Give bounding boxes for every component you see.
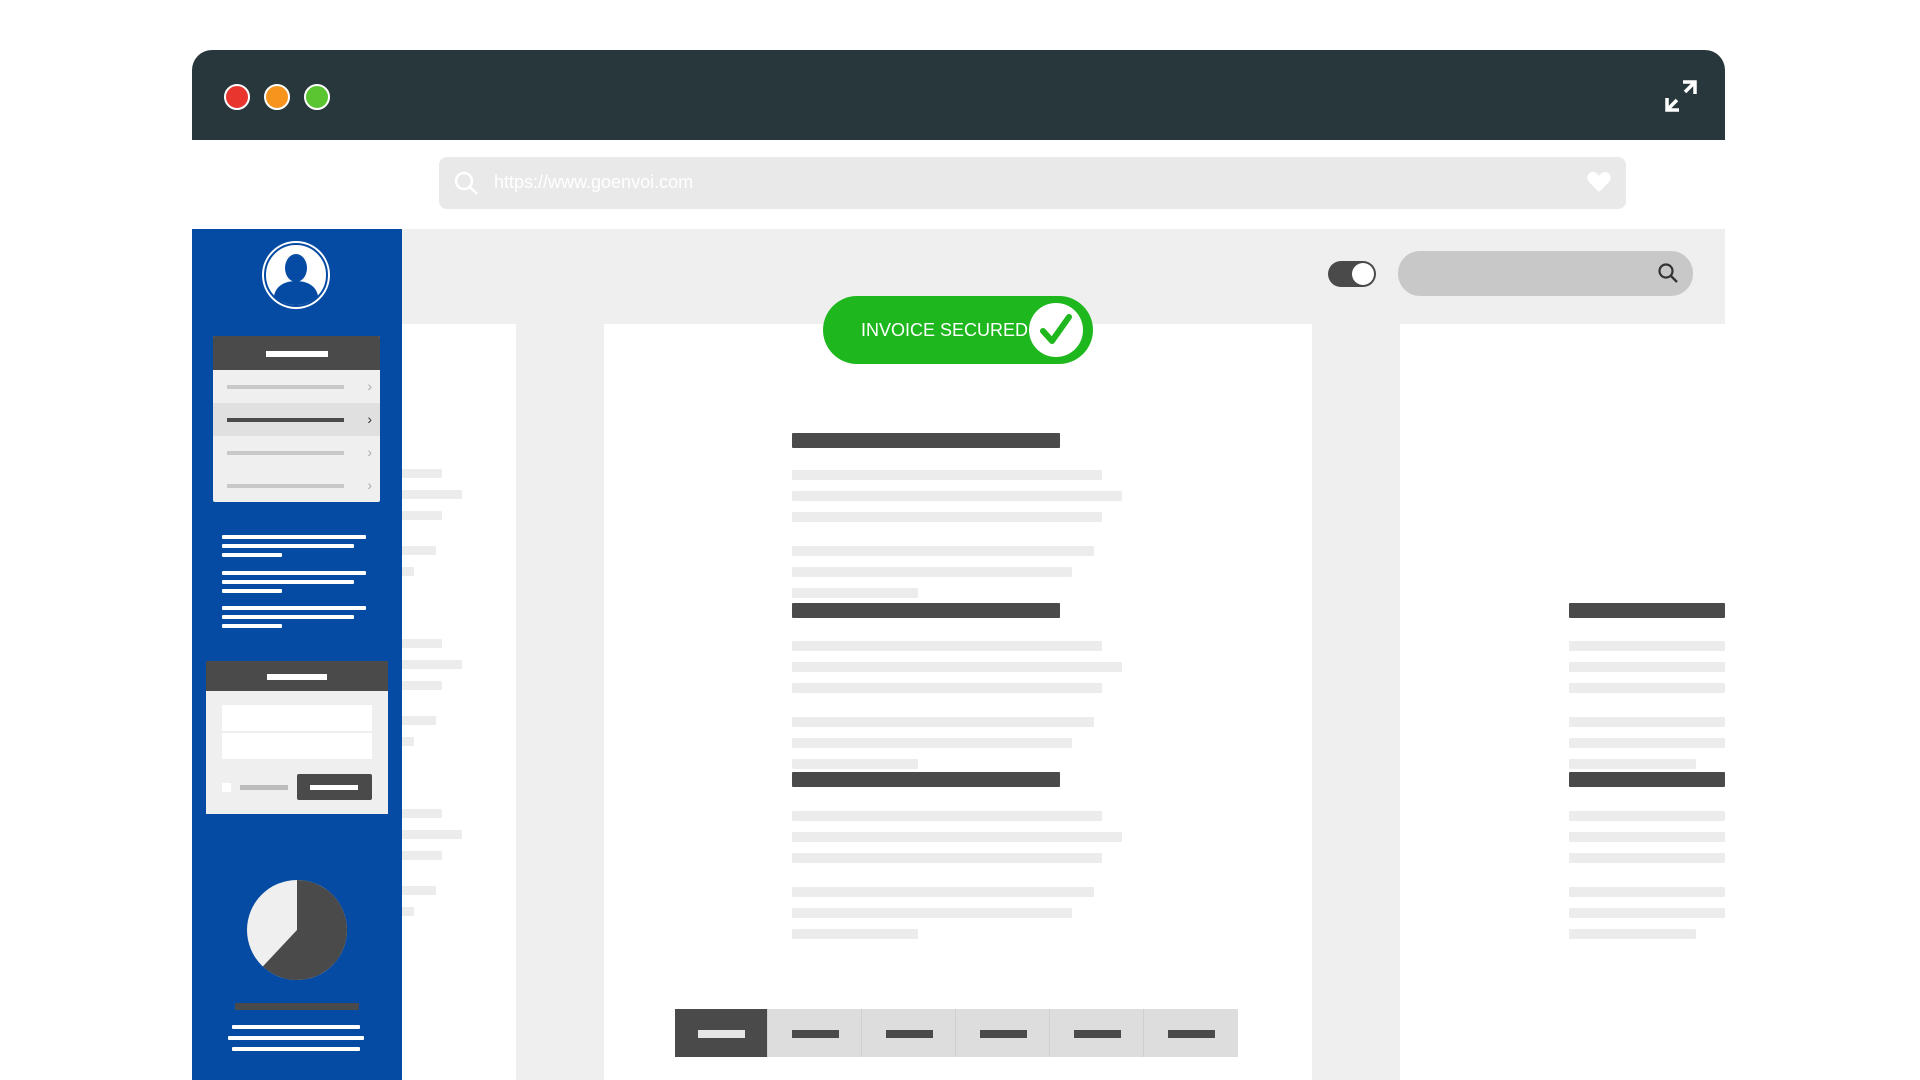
page-tab-4[interactable] <box>957 1009 1050 1057</box>
sidebar-menu: › › › › <box>213 336 380 502</box>
chevron-right-icon: › <box>367 411 372 427</box>
menu-item[interactable]: › <box>213 436 380 469</box>
menu-item-active[interactable]: › <box>213 403 380 436</box>
submit-button[interactable] <box>297 774 372 800</box>
close-window-button[interactable] <box>224 84 250 110</box>
menu-item[interactable]: › <box>213 469 380 502</box>
user-avatar[interactable] <box>262 241 330 309</box>
checkmark-icon <box>1029 303 1083 357</box>
page-tab-5[interactable] <box>1051 1009 1144 1057</box>
page-tabs <box>675 1009 1238 1057</box>
chevron-right-icon: › <box>367 444 372 460</box>
document-search-input[interactable] <box>1398 251 1693 296</box>
column-gutter-right <box>1312 324 1400 1080</box>
expand-arrows-icon[interactable] <box>1663 78 1699 114</box>
address-bar[interactable]: https://www.goenvoi.com <box>439 157 1626 209</box>
sidebar-login-form <box>206 661 388 814</box>
menu-header <box>213 336 380 370</box>
password-field[interactable] <box>222 733 372 759</box>
page-tab-1[interactable] <box>675 1009 768 1057</box>
toggle-knob <box>1352 263 1374 285</box>
pie-chart-icon <box>247 880 347 980</box>
menu-item[interactable]: › <box>213 370 380 403</box>
document-heading <box>792 772 1060 787</box>
search-icon[interactable] <box>1657 262 1679 284</box>
column-gutter-left <box>516 324 604 1080</box>
remember-checkbox[interactable] <box>222 783 231 792</box>
username-field[interactable] <box>222 705 372 731</box>
browser-titlebar <box>192 50 1725 140</box>
maximize-window-button[interactable] <box>304 84 330 110</box>
badge-label: INVOICE SECURED <box>861 320 1029 340</box>
checkbox-label <box>240 785 288 790</box>
document-heading <box>792 433 1060 448</box>
minimize-window-button[interactable] <box>264 84 290 110</box>
view-toggle[interactable] <box>1328 261 1376 287</box>
heart-icon[interactable] <box>1586 170 1612 194</box>
page-tab-6[interactable] <box>1145 1009 1238 1057</box>
page-tab-2[interactable] <box>769 1009 862 1057</box>
search-icon <box>454 171 478 195</box>
document-heading <box>792 603 1060 618</box>
form-header <box>206 661 388 691</box>
page-tab-3[interactable] <box>863 1009 956 1057</box>
user-silhouette-icon <box>264 243 328 307</box>
chevron-right-icon: › <box>367 477 372 493</box>
invoice-secured-badge: INVOICE SECURED <box>823 296 1093 364</box>
url-text[interactable]: https://www.goenvoi.com <box>494 172 693 193</box>
chevron-right-icon: › <box>367 378 372 394</box>
